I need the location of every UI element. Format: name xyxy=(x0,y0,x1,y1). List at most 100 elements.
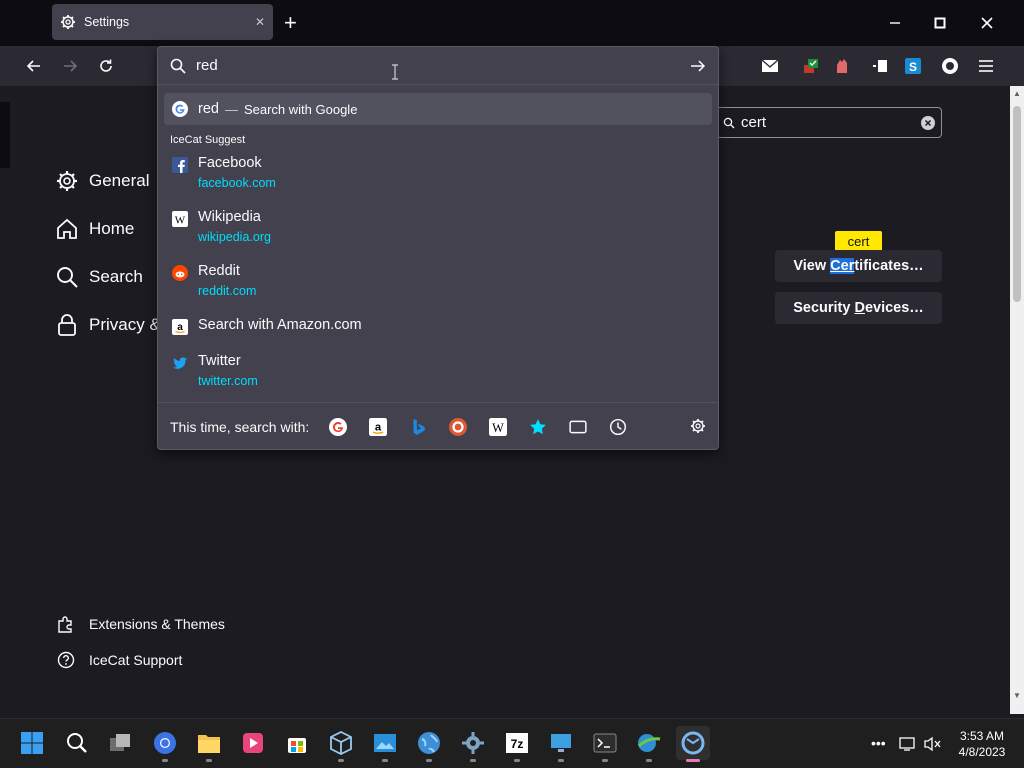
suggestion-url: twitter.com xyxy=(198,374,258,388)
search-action-label: Search with Google xyxy=(243,101,358,117)
virtualbox-icon[interactable] xyxy=(324,726,358,762)
bookmarks-star-icon[interactable] xyxy=(527,416,549,438)
skype-extension-icon[interactable]: S xyxy=(902,55,924,77)
system-clock[interactable]: 3:53 AM 4/8/2023 xyxy=(948,728,1016,760)
tab-settings[interactable]: Settings ✕ xyxy=(52,4,273,40)
suggestion-url: wikipedia.org xyxy=(198,230,271,244)
svg-text:a: a xyxy=(375,421,382,433)
chromium-icon[interactable] xyxy=(148,726,182,762)
one-off-search-bar: This time, search with: a W xyxy=(158,402,718,450)
category-privacy[interactable]: Privacy & xyxy=(55,313,161,337)
remote-desktop-icon[interactable] xyxy=(544,726,578,762)
suggestion-title: Search with Amazon.com xyxy=(198,317,362,333)
icecat-taskbar-icon[interactable] xyxy=(676,726,710,762)
separator: — xyxy=(224,101,238,117)
wikipedia-icon: W xyxy=(172,211,188,227)
svg-text:W: W xyxy=(175,215,186,227)
button-label: tificates… xyxy=(854,258,924,274)
suggestion-row[interactable]: Reddit reddit.com xyxy=(164,263,712,309)
file-explorer-icon[interactable] xyxy=(192,726,226,762)
button-label: evices… xyxy=(864,300,924,316)
bing-icon[interactable] xyxy=(407,416,429,438)
start-button[interactable] xyxy=(15,726,49,760)
tabs-icon[interactable] xyxy=(567,416,589,438)
access-key: D xyxy=(854,300,865,316)
search-settings-icon[interactable] xyxy=(690,418,706,434)
picture-app-icon[interactable] xyxy=(368,726,402,762)
suggestion-row[interactable]: Twitter twitter.com xyxy=(164,353,712,399)
support-link[interactable]: IceCat Support xyxy=(57,651,182,669)
task-view-icon[interactable] xyxy=(104,726,138,760)
suggestion-row[interactable]: Facebook facebook.com xyxy=(164,155,712,201)
extensions-themes-link[interactable]: Extensions & Themes xyxy=(57,615,225,633)
category-label: Home xyxy=(89,219,135,238)
page-extension-icon[interactable] xyxy=(869,55,891,77)
search-with-google-row[interactable]: red — Search with Google xyxy=(164,93,712,125)
wikipedia-icon[interactable]: W xyxy=(487,416,509,438)
suggestion-row[interactable]: a Search with Amazon.com xyxy=(164,317,712,345)
lock-icon xyxy=(55,313,79,337)
category-search[interactable]: Search xyxy=(55,265,143,289)
search-icon[interactable] xyxy=(60,726,94,760)
clock-date: 4/8/2023 xyxy=(958,745,1006,759)
running-indicator xyxy=(602,759,608,762)
one-off-label: This time, search with: xyxy=(170,418,310,435)
amazon-icon[interactable]: a xyxy=(367,416,389,438)
display-icon[interactable] xyxy=(899,736,915,752)
url-dropdown-panel: red red — Search with Google IceCat Sugg… xyxy=(157,46,719,450)
running-indicator xyxy=(426,759,432,762)
mail-icon[interactable] xyxy=(759,55,781,77)
twitter-icon xyxy=(172,355,188,371)
footer-label: Extensions & Themes xyxy=(89,616,225,632)
new-tab-button[interactable]: + xyxy=(284,10,297,36)
suggestion-title: Twitter xyxy=(198,353,241,369)
suggestion-title: Facebook xyxy=(198,155,262,171)
terminal-icon[interactable] xyxy=(588,726,622,762)
7zip-icon[interactable]: 7z xyxy=(500,726,534,762)
category-home[interactable]: Home xyxy=(55,217,134,241)
close-tab-button[interactable]: ✕ xyxy=(255,15,265,29)
media-player-icon[interactable] xyxy=(236,726,270,760)
suggestion-row[interactable]: W Wikipedia wikipedia.org xyxy=(164,209,712,255)
checkmark-extension-icon[interactable] xyxy=(800,55,822,77)
running-indicator xyxy=(206,759,212,762)
scroll-thumb[interactable] xyxy=(1013,106,1021,302)
maximize-button[interactable] xyxy=(925,8,955,38)
reload-button[interactable] xyxy=(92,52,120,80)
scroll-down-arrow[interactable]: ▼ xyxy=(1013,691,1021,700)
url-input[interactable]: red xyxy=(158,47,718,85)
globe-icon[interactable] xyxy=(412,726,446,762)
hand-extension-icon[interactable] xyxy=(831,55,853,77)
account-icon[interactable] xyxy=(939,55,961,77)
settings-gear-icon[interactable] xyxy=(456,726,490,762)
menu-icon[interactable] xyxy=(975,55,997,77)
home-icon xyxy=(55,217,79,241)
go-arrow-icon[interactable] xyxy=(690,58,706,74)
category-label: General xyxy=(89,171,150,190)
google-icon[interactable] xyxy=(327,416,349,438)
store-icon[interactable] xyxy=(280,726,314,760)
search-icon xyxy=(723,117,735,129)
category-general[interactable]: General xyxy=(55,169,149,193)
svg-text:a: a xyxy=(177,322,183,333)
tab-title: Settings xyxy=(84,15,130,29)
text-cursor-icon xyxy=(391,64,399,80)
history-clock-icon[interactable] xyxy=(607,416,629,438)
minimize-button[interactable] xyxy=(880,8,910,38)
view-certificates-button[interactable]: View Cer tificates… xyxy=(775,250,942,282)
security-devices-button[interactable]: Security Devices… xyxy=(775,292,942,324)
clear-search-button[interactable] xyxy=(921,115,935,130)
vertical-scrollbar[interactable]: ▲ ▼ xyxy=(1010,86,1024,714)
network-globe-icon[interactable] xyxy=(632,726,666,762)
overflow-icon[interactable]: ••• xyxy=(871,735,886,751)
find-in-settings-input[interactable]: cert xyxy=(716,107,942,138)
find-value: cert xyxy=(741,114,767,131)
volume-muted-icon[interactable] xyxy=(923,736,941,752)
category-label: Privacy & xyxy=(89,315,161,334)
close-window-button[interactable] xyxy=(972,8,1002,38)
forward-button[interactable] xyxy=(56,52,84,80)
running-indicator xyxy=(382,759,388,762)
back-button[interactable] xyxy=(20,52,48,80)
duckduckgo-icon[interactable] xyxy=(447,416,469,438)
scroll-up-arrow[interactable]: ▲ xyxy=(1013,89,1021,98)
